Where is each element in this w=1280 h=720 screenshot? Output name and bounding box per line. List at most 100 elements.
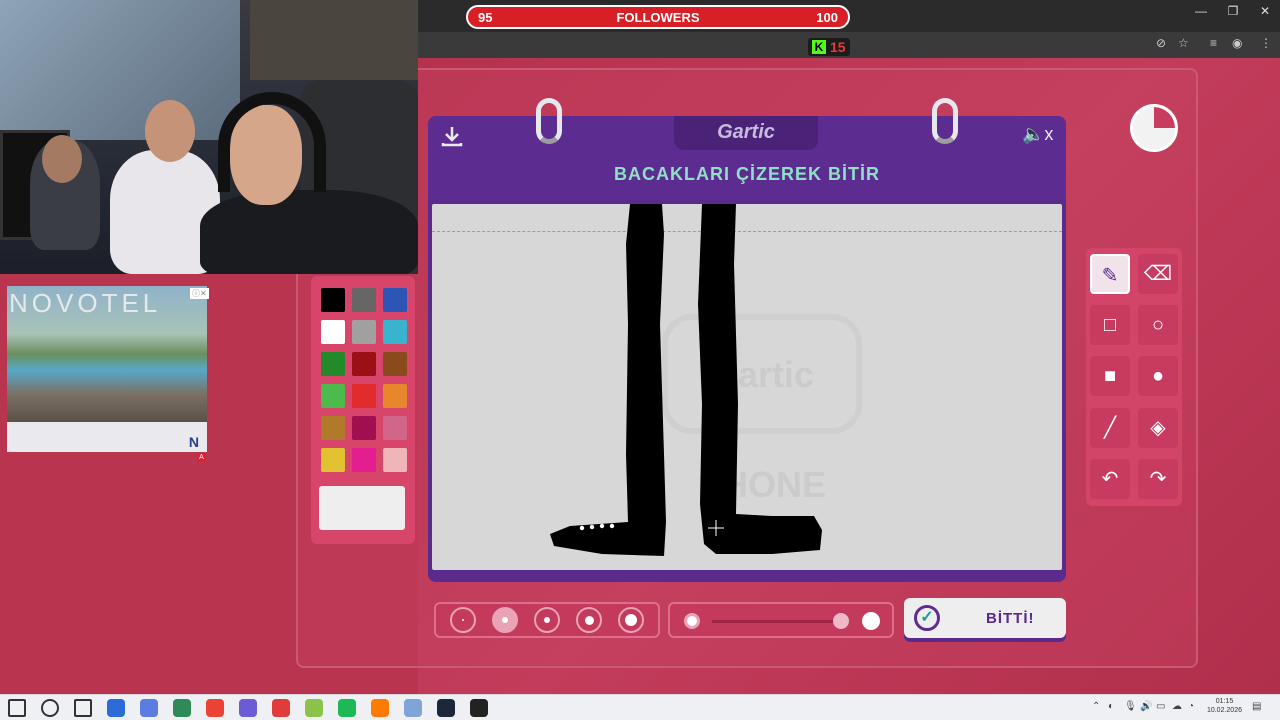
eraser-tool[interactable]: ⌫ xyxy=(1138,254,1178,294)
color-swatch[interactable] xyxy=(383,320,407,344)
taskbar-clock[interactable]: 01:15 10.02.2026 xyxy=(1207,697,1242,715)
color-swatch[interactable] xyxy=(352,320,376,344)
taskbar-app12-icon[interactable] xyxy=(470,699,488,717)
tray-network-icon[interactable]: ◐ xyxy=(1108,701,1114,712)
followers-goal-bar: 95 FOLLOWERS 100 xyxy=(466,5,850,29)
color-swatch[interactable] xyxy=(321,288,345,312)
streamer-front xyxy=(200,190,418,274)
ad-brand: NOVOTEL xyxy=(9,288,162,318)
eye-off-icon[interactable]: ⊘ xyxy=(1156,36,1166,50)
tray-chevron-icon[interactable]: ⌃ xyxy=(1092,701,1100,712)
fill-bucket-tool[interactable]: ◈ xyxy=(1138,407,1178,448)
color-swatch[interactable] xyxy=(383,352,407,376)
taskbar: ⌃ ◐ 🎙 🔊 ▭ ☁ ◔ 01:15 10.02.2026 ▤ xyxy=(0,694,1280,720)
redo-tool[interactable]: ↷ xyxy=(1138,458,1178,499)
clock-time: 01:15 xyxy=(1215,698,1234,705)
tray-cloud-icon[interactable]: ☁ xyxy=(1172,701,1182,712)
taskbar-search-icon[interactable] xyxy=(41,699,59,717)
check-icon: ✓ xyxy=(914,605,940,631)
drawing-card: Gartic 🔈x BACAKLARI ÇİZEREK BİTİR Gartic… xyxy=(428,98,1066,582)
timer-remaining xyxy=(1133,107,1175,149)
taskbar-app9-icon[interactable] xyxy=(371,699,389,717)
maximize-icon[interactable]: ❐ xyxy=(1218,4,1248,18)
streamer-left-head xyxy=(42,135,82,183)
color-swatch[interactable] xyxy=(383,288,407,312)
opacity-max-icon xyxy=(862,612,880,630)
opacity-handle[interactable] xyxy=(833,613,850,629)
taskbar-app5-icon[interactable] xyxy=(239,699,257,717)
undo-tool[interactable]: ↶ xyxy=(1090,458,1130,499)
taskbar-spotify-icon[interactable] xyxy=(338,699,356,717)
color-swatch[interactable] xyxy=(352,384,376,408)
palette-grid xyxy=(321,288,407,472)
color-swatch[interactable] xyxy=(321,352,345,376)
star-icon[interactable]: ☆ xyxy=(1178,36,1189,50)
rectangle-fill-tool[interactable]: ■ xyxy=(1090,356,1130,397)
webcam-feed xyxy=(0,0,418,274)
opacity-slider[interactable] xyxy=(668,602,894,638)
color-swatch[interactable] xyxy=(352,448,376,472)
brush-size-button[interactable] xyxy=(618,607,644,633)
taskbar-task-view-icon[interactable] xyxy=(74,699,92,717)
ad-info-icon[interactable]: ⓘ✕ xyxy=(190,288,209,299)
taskbar-app1-icon[interactable] xyxy=(107,699,125,717)
color-swatch[interactable] xyxy=(383,416,407,440)
profile-icon[interactable]: ◉ xyxy=(1232,36,1242,50)
tool-panel: ✎ ⌫ □ ○ ■ ● ╱ ◈ ↶ ↷ xyxy=(1086,248,1182,506)
taskbar-app3-icon[interactable] xyxy=(173,699,191,717)
taskbar-chrome-icon[interactable] xyxy=(206,699,224,717)
followers-label: FOLLOWERS xyxy=(616,9,700,25)
taskbar-app2-icon[interactable] xyxy=(140,699,158,717)
done-button[interactable]: ✓ BİTTİ! xyxy=(904,598,1066,638)
color-palette xyxy=(311,276,415,544)
ellipse-outline-tool[interactable]: ○ xyxy=(1138,305,1178,346)
brush-size-button[interactable] xyxy=(450,607,476,633)
hotel-ad[interactable]: NOVOTEL N xyxy=(7,286,207,452)
color-swatch[interactable] xyxy=(321,416,345,440)
color-swatch[interactable] xyxy=(383,384,407,408)
taskbar-app10-icon[interactable] xyxy=(404,699,422,717)
rectangle-outline-tool[interactable]: □ xyxy=(1090,305,1130,346)
brush-size-button[interactable] xyxy=(534,607,560,633)
color-swatch[interactable] xyxy=(321,320,345,344)
download-icon[interactable] xyxy=(440,124,464,148)
color-swatch[interactable] xyxy=(321,448,345,472)
color-swatch[interactable] xyxy=(321,384,345,408)
line-tool[interactable]: ╱ xyxy=(1090,407,1130,448)
tray-volume-icon[interactable]: 🔊 xyxy=(1140,701,1152,712)
kick-viewers: K 15 xyxy=(808,38,850,56)
minimize-icon[interactable]: — xyxy=(1186,4,1216,18)
tray-wifi-icon[interactable]: ◔ xyxy=(1188,701,1194,712)
tray-battery-icon[interactable]: ▭ xyxy=(1156,701,1165,712)
menu-icon[interactable]: ⋮ xyxy=(1260,36,1272,50)
gartic-logo: Gartic xyxy=(674,116,818,150)
color-swatch[interactable] xyxy=(352,288,376,312)
tray-mic-icon[interactable]: 🎙 xyxy=(1124,701,1137,712)
clock-date: 10.02.2026 xyxy=(1206,707,1242,714)
kick-logo-icon: K xyxy=(812,40,826,54)
instruction-text: BACAKLARI ÇİZEREK BİTİR xyxy=(614,164,880,184)
done-label: BİTTİ! xyxy=(986,609,1035,627)
taskbar-app6-icon[interactable] xyxy=(272,699,290,717)
close-icon[interactable]: ✕ xyxy=(1250,4,1280,18)
brush-size-button[interactable] xyxy=(576,607,602,633)
headset xyxy=(218,92,326,192)
mute-icon[interactable]: 🔈x xyxy=(1022,124,1053,145)
ellipse-fill-tool[interactable]: ● xyxy=(1138,356,1178,397)
taskbar-start-icon[interactable] xyxy=(8,699,26,717)
opacity-track[interactable] xyxy=(712,620,848,623)
color-swatch[interactable] xyxy=(352,352,376,376)
brush-size-button[interactable] xyxy=(492,607,518,633)
pencil-tool[interactable]: ✎ xyxy=(1090,254,1130,294)
brush-size-dot xyxy=(502,617,508,623)
brush-size-selector xyxy=(434,602,660,638)
playlist-icon[interactable]: ≡ xyxy=(1210,36,1217,50)
color-swatch[interactable] xyxy=(352,416,376,440)
taskbar-app7-icon[interactable] xyxy=(305,699,323,717)
notification-icon[interactable]: ▤ xyxy=(1252,701,1261,712)
drawing-canvas[interactable]: Gartic PHONE xyxy=(432,204,1062,570)
ad-badge: A xyxy=(197,453,206,462)
brush-size-dot xyxy=(544,617,550,623)
taskbar-steam-icon[interactable] xyxy=(437,699,455,717)
color-swatch[interactable] xyxy=(383,448,407,472)
